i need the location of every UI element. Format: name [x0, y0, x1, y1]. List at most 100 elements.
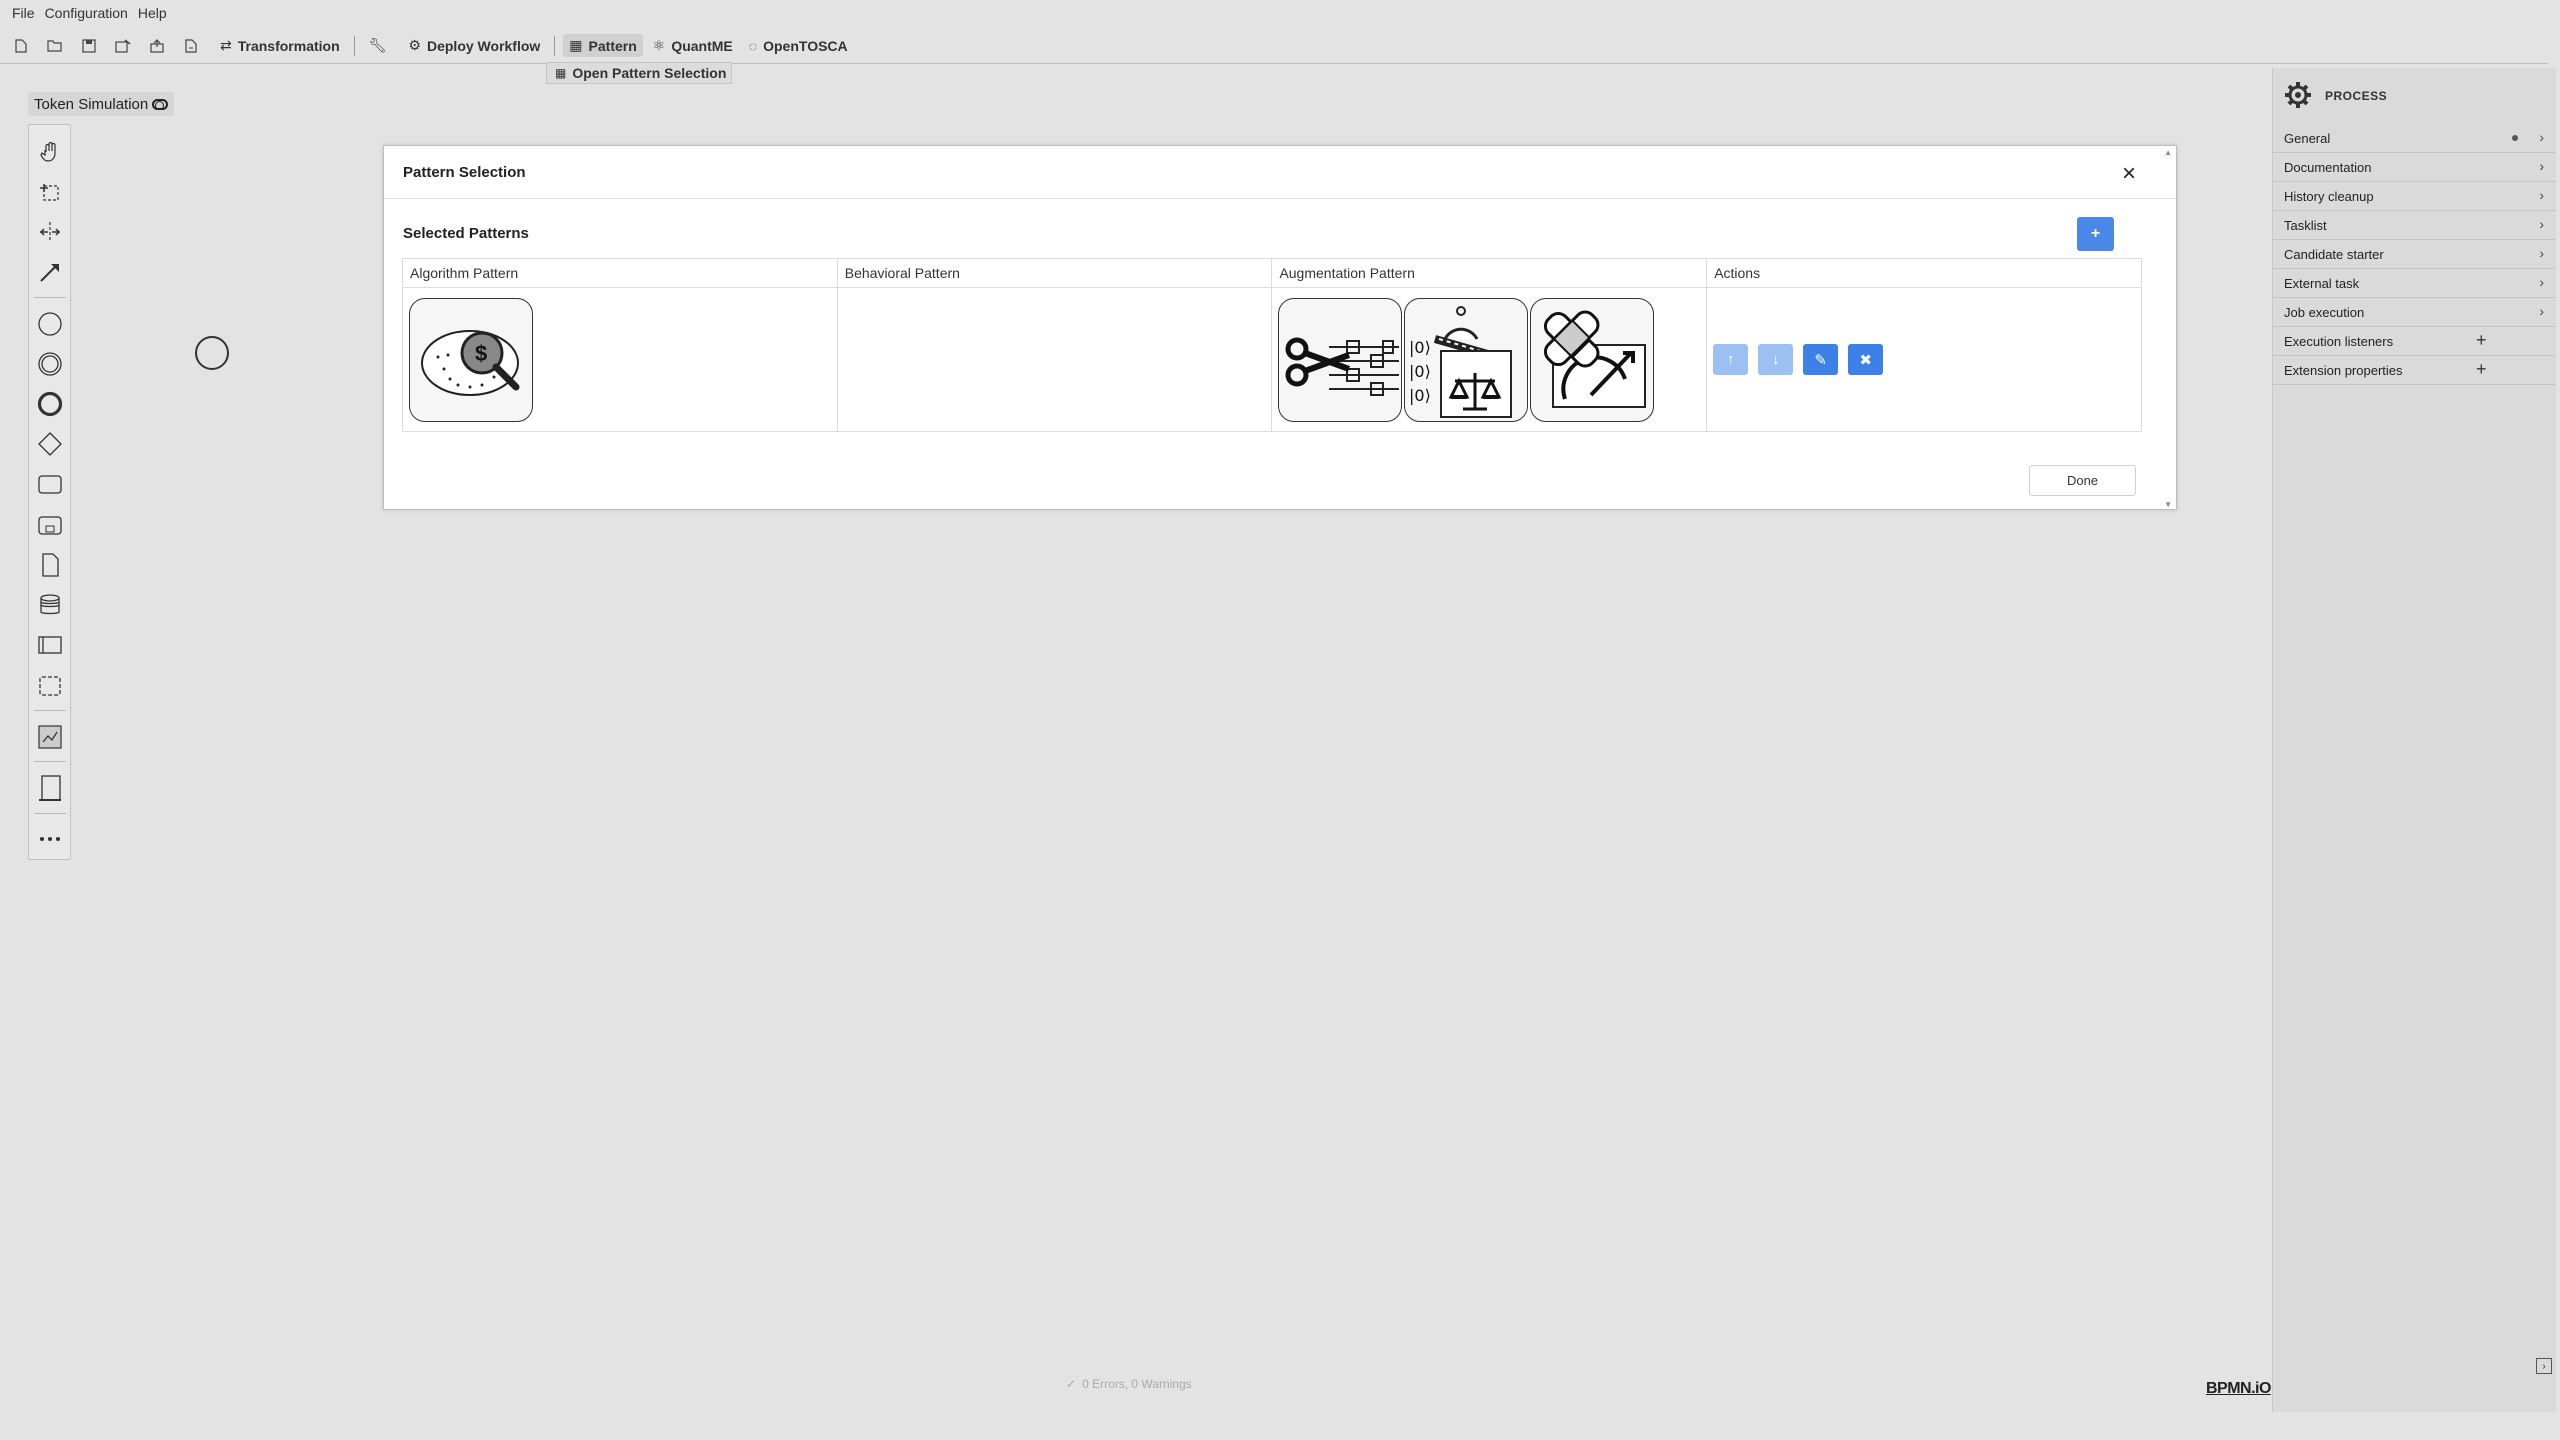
data-store-icon[interactable]	[33, 589, 67, 622]
pattern-label: Pattern	[588, 37, 637, 54]
pattern-icon[interactable]	[33, 720, 67, 753]
circuit-cutting-pattern-icon[interactable]	[1278, 297, 1403, 422]
pattern-icon: ▦	[569, 37, 583, 53]
column-header: Behavioral Pattern	[836, 258, 1273, 288]
svg-text:$: $	[475, 341, 487, 366]
deploy-workflow-label: Deploy Workflow	[426, 37, 541, 54]
palette-separator	[33, 710, 66, 712]
start-event-shape[interactable]	[195, 336, 229, 370]
delete-button[interactable]: ✖	[1848, 344, 1884, 375]
menu-help[interactable]: Help	[138, 5, 167, 21]
connect-tool-icon[interactable]	[33, 256, 67, 289]
toolbar-separator	[554, 35, 556, 56]
add-icon[interactable]: +	[2476, 359, 2487, 380]
palette	[28, 124, 71, 860]
lane-icon[interactable]	[33, 771, 67, 804]
prop-group-label: General	[2284, 130, 2331, 146]
move-up-button[interactable]: ↑	[1713, 344, 1749, 375]
deploy-workflow-button[interactable]: ⚙ Deploy Workflow	[402, 34, 546, 57]
toolbar-separator	[353, 35, 355, 56]
prop-group-job-execution[interactable]: Job execution ›	[2273, 298, 2556, 327]
error-correction-pattern-icon[interactable]	[1530, 297, 1655, 422]
opentosca-button[interactable]: ◌ OpenTOSCA	[743, 35, 854, 57]
move-down-button[interactable]: ↓	[1758, 344, 1794, 375]
scroll-up-icon[interactable]: ▲	[2164, 148, 2172, 157]
chevron-right-icon: ›	[2539, 274, 2544, 290]
end-event-icon[interactable]	[33, 387, 67, 420]
new-file-icon[interactable]	[10, 35, 32, 57]
export-icon[interactable]	[180, 35, 202, 57]
palette-separator	[33, 761, 66, 763]
prop-group-label: Extension properties	[2284, 362, 2403, 378]
transformation-button[interactable]: ⇄ Transformation	[214, 34, 346, 57]
toolbar: ⇄ Transformation 🔧︎ ⚙ Deploy Workflow ▦ …	[0, 28, 2548, 64]
wrench-icon: 🔧︎	[368, 37, 387, 53]
status-dot-icon	[2512, 135, 2518, 141]
gateway-icon[interactable]	[33, 428, 67, 461]
wrench-button[interactable]: 🔧︎	[363, 34, 399, 57]
behavioral-pattern-cell	[836, 287, 1273, 432]
edit-button[interactable]: ✎	[1803, 344, 1839, 375]
augmentation-pattern-cell: |0⟩ |0⟩ |0⟩	[1271, 287, 1708, 432]
amplitude-amplification-pattern-icon[interactable]: $	[409, 297, 533, 422]
svg-text:|0⟩: |0⟩	[1409, 386, 1431, 405]
prop-group-extension-properties[interactable]: Extension properties +	[2273, 356, 2556, 385]
intermediate-event-icon[interactable]	[33, 347, 67, 380]
properties-panel: PROCESS General › Documentation › Histor…	[2272, 68, 2556, 1412]
pool-icon[interactable]	[33, 629, 67, 662]
space-tool-icon[interactable]	[33, 215, 67, 248]
prop-group-candidate-starter[interactable]: Candidate starter ›	[2273, 240, 2556, 269]
check-icon: ✓	[1066, 1377, 1077, 1391]
modal-scrollbar[interactable]: ▲ ▼	[2160, 146, 2176, 511]
column-header: Augmentation Pattern	[1271, 258, 1708, 288]
hand-tool-icon[interactable]	[33, 135, 67, 168]
menu-file[interactable]: File	[12, 5, 35, 21]
more-icon[interactable]	[33, 823, 67, 856]
table-row: $ |0⟩ |0⟩ |0⟩ ↑ ↓ ✎ ✖	[402, 287, 2142, 432]
prop-group-label: Documentation	[2284, 159, 2372, 175]
add-icon[interactable]: +	[2476, 330, 2487, 351]
collapse-panel-icon[interactable]: ›	[2536, 1358, 2552, 1374]
bpmn-io-logo[interactable]: BPMN.iO	[2206, 1380, 2271, 1398]
prop-group-history-cleanup[interactable]: History cleanup ›	[2273, 182, 2556, 211]
done-button[interactable]: Done	[2029, 465, 2136, 496]
menu-configuration[interactable]: Configuration	[45, 5, 128, 21]
transformation-label: Transformation	[237, 37, 340, 54]
prop-group-execution-listeners[interactable]: Execution listeners +	[2273, 327, 2556, 356]
scroll-down-icon[interactable]: ▼	[2164, 500, 2172, 509]
chevron-right-icon: ›	[2539, 158, 2544, 174]
prop-group-label: History cleanup	[2284, 188, 2374, 204]
save-as-icon[interactable]	[112, 35, 134, 57]
prop-group-label: Tasklist	[2284, 217, 2327, 233]
linting-status[interactable]: ✓ 0 Errors, 0 Warnings	[1066, 1377, 1192, 1391]
status-text: 0 Errors, 0 Warnings	[1082, 1377, 1192, 1391]
opentosca-icon: ◌	[748, 37, 758, 54]
gear-icon: ⚙	[408, 37, 421, 53]
group-icon[interactable]	[33, 669, 67, 702]
quantme-button[interactable]: ⚛ QuantME	[647, 34, 739, 57]
readout-error-mitigation-pattern-icon[interactable]: |0⟩ |0⟩ |0⟩	[1404, 297, 1529, 422]
quantme-icon: ⚛	[652, 37, 666, 53]
data-object-icon[interactable]	[33, 548, 67, 581]
upload-icon[interactable]	[146, 35, 168, 57]
lasso-tool-icon[interactable]	[33, 175, 67, 208]
task-icon[interactable]	[33, 468, 67, 501]
start-event-icon[interactable]	[33, 307, 67, 340]
prop-group-external-task[interactable]: External task ›	[2273, 269, 2556, 298]
open-folder-icon[interactable]	[44, 35, 66, 57]
open-pattern-selection-item[interactable]: ▦ Open Pattern Selection	[546, 62, 732, 84]
close-icon[interactable]: ×	[2122, 160, 2136, 188]
chevron-right-icon: ›	[2539, 187, 2544, 203]
quantme-label: QuantME	[671, 37, 733, 54]
token-simulation-toggle[interactable]: Token Simulation	[28, 92, 175, 116]
prop-group-tasklist[interactable]: Tasklist ›	[2273, 211, 2556, 240]
save-icon[interactable]	[78, 35, 100, 57]
subprocess-icon[interactable]	[33, 508, 67, 541]
column-header: Algorithm Pattern	[402, 258, 838, 288]
chevron-right-icon: ›	[2539, 303, 2544, 319]
prop-group-label: Job execution	[2284, 304, 2365, 320]
prop-group-documentation[interactable]: Documentation ›	[2273, 153, 2556, 182]
prop-group-general[interactable]: General ›	[2273, 124, 2556, 153]
add-pattern-button[interactable]: +	[2077, 217, 2114, 251]
pattern-button[interactable]: ▦ Pattern	[563, 34, 643, 57]
